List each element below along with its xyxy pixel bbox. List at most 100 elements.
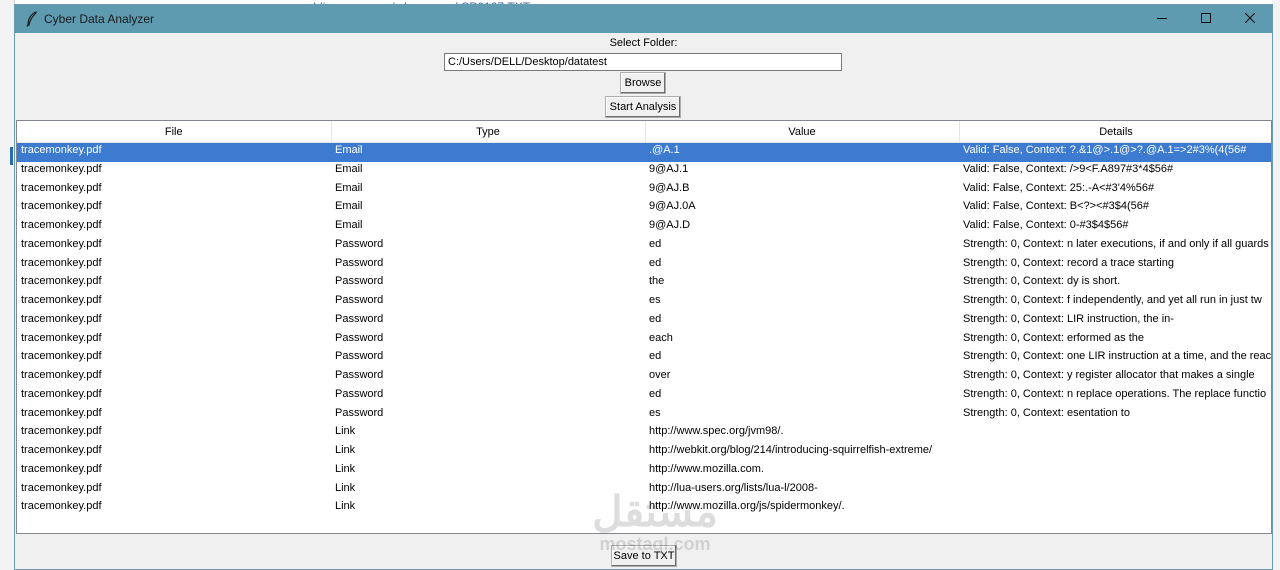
cell-value: 9@AJ.D (649, 219, 691, 231)
column-header-type[interactable]: Type (331, 121, 646, 143)
table-row[interactable]: tracemonkey.pdf Email .@A.1 Valid: False, C… (17, 142, 1271, 162)
folder-path-input[interactable] (444, 53, 842, 71)
cell-value: ed (649, 237, 662, 250)
cell-details (959, 499, 1271, 518)
cell-details (959, 443, 1271, 462)
cell-file: tracemonkey.pdf (21, 162, 102, 175)
cell-type: Link (335, 500, 356, 513)
backdrop-left-pane (0, 0, 15, 570)
cell-type: Password (335, 350, 384, 363)
table-row[interactable]: tracemonkey.pdf Link http://webkit.org/blo… (17, 443, 1271, 462)
cell-type: Password (335, 275, 384, 288)
cell-type: Password (335, 387, 384, 400)
cell-details: Strength: 0, Context: f independently, a… (963, 294, 1262, 306)
save-to-txt-button[interactable]: Save to TXT (611, 545, 677, 567)
browse-button[interactable]: Browse (620, 72, 666, 94)
table-row[interactable]: tracemonkey.pdf Password ed Strength: 0, Co… (17, 312, 1271, 331)
cell-value: ed (649, 312, 662, 325)
table-row[interactable]: tracemonkey.pdf Password ed Strength: 0, Co… (17, 387, 1271, 406)
cell-type: Link (335, 444, 356, 456)
cell-file: tracemonkey.pdf (21, 387, 102, 400)
cell-value: http://www.mozilla.org/js/spidermonkey/. (649, 500, 845, 513)
results-table[interactable]: File Type Value Details tracemonkey.pdf E… (16, 120, 1272, 534)
cell-file: tracemonkey.pdf (21, 406, 102, 419)
table-row[interactable]: tracemonkey.pdf Password ed Strength: 0, Co… (17, 256, 1271, 275)
cell-value: es (649, 406, 661, 419)
cell-details: Valid: False, Context: 0-#3$4$56# (963, 219, 1129, 231)
minimize-icon (1157, 10, 1167, 28)
start-analysis-button[interactable]: Start Analysis (605, 96, 681, 118)
cell-file: tracemonkey.pdf (21, 181, 102, 194)
cell-value: the (649, 275, 665, 288)
cell-value: .@A.1 (645, 142, 959, 162)
table-row[interactable]: tracemonkey.pdf Password es Strength: 0, Co… (17, 406, 1271, 425)
table-row[interactable]: tracemonkey.pdf Password ed Strength: 0, Co… (17, 237, 1271, 256)
maximize-icon (1201, 10, 1211, 28)
table-row[interactable]: tracemonkey.pdf Link http://lua-users.org/… (17, 481, 1271, 500)
table-row[interactable]: tracemonkey.pdf Email 9@AJ.1 Valid: False, … (17, 162, 1271, 181)
cell-type: Password (335, 312, 384, 325)
cell-type: Password (335, 406, 384, 419)
backdrop-right-pane (1272, 0, 1280, 570)
cell-type: Password (335, 294, 384, 306)
table-body: tracemonkey.pdf Email .@A.1 Valid: False, C… (17, 142, 1271, 519)
table-row[interactable]: tracemonkey.pdf Password es Strength: 0, Co… (17, 293, 1271, 312)
app-window: Cyber Data Analyzer Select Folder: Brows… (14, 4, 1273, 570)
cell-details: Valid: False, Context: 25:.-A<#3'4%56# (963, 181, 1155, 194)
cell-file: tracemonkey.pdf (21, 350, 102, 363)
cell-value: 9@AJ.1 (649, 162, 689, 175)
cell-file: tracemonkey.pdf (21, 462, 102, 475)
cell-type: Email (335, 219, 363, 231)
select-folder-label: Select Folder: (609, 37, 678, 49)
cell-value: ed (649, 387, 662, 400)
table-row[interactable]: tracemonkey.pdf Email 9@AJ.0A Valid: False,… (17, 199, 1271, 218)
close-icon (1244, 10, 1256, 28)
cell-file: tracemonkey.pdf (21, 200, 102, 213)
table-row[interactable]: tracemonkey.pdf Password ed Strength: 0, Co… (17, 349, 1271, 368)
maximize-button[interactable] (1184, 5, 1228, 33)
cell-file: tracemonkey.pdf (21, 219, 102, 231)
cell-file: tracemonkey.pdf (21, 312, 102, 325)
table-row[interactable]: tracemonkey.pdf Email 9@AJ.B Valid: False, … (17, 181, 1271, 200)
table-row[interactable]: tracemonkey.pdf Password the Strength: 0, C… (17, 274, 1271, 293)
column-header-value[interactable]: Value (645, 121, 960, 143)
cell-file: tracemonkey.pdf (21, 425, 102, 438)
cell-value: http://www.spec.org/jvm98/. (649, 425, 784, 438)
table-row[interactable]: tracemonkey.pdf Password each Strength: 0, … (17, 331, 1271, 350)
cell-details: Strength: 0, Context: n replace operatio… (963, 387, 1267, 400)
cell-details: Valid: False, Context: ?.&1@>.1@>?.@A.1=… (959, 142, 1271, 162)
table-row[interactable]: tracemonkey.pdf Password over Strength: 0, … (17, 368, 1271, 387)
cell-value: http://lua-users.org/lists/lua-l/2008- (649, 481, 818, 494)
column-header-file[interactable]: File (17, 121, 332, 143)
title-bar[interactable]: Cyber Data Analyzer (15, 5, 1272, 33)
cell-type: Password (335, 331, 384, 344)
cell-file: tracemonkey.pdf (17, 142, 331, 162)
cell-value: 9@AJ.0A (649, 200, 696, 213)
cell-details: Strength: 0, Context: record a trace sta… (963, 256, 1174, 269)
column-header-details[interactable]: Details (959, 121, 1271, 143)
cell-file: tracemonkey.pdf (21, 237, 102, 250)
table-row[interactable]: tracemonkey.pdf Link http://www.mozilla.or… (17, 499, 1271, 518)
cell-file: tracemonkey.pdf (21, 256, 102, 269)
cell-value: ed (649, 350, 662, 363)
cell-details: Strength: 0, Context: esentation to (963, 406, 1130, 419)
close-button[interactable] (1228, 5, 1272, 33)
window-title: Cyber Data Analyzer (44, 12, 155, 26)
backdrop-accent-bar (10, 147, 13, 165)
cell-file: tracemonkey.pdf (21, 444, 102, 456)
cell-details: Strength: 0, Context: LIR instruction, t… (963, 312, 1174, 325)
cell-type: Email (335, 200, 363, 213)
minimize-button[interactable] (1140, 5, 1184, 33)
table-header-row: File Type Value Details (17, 121, 1271, 143)
table-row[interactable]: tracemonkey.pdf Link http://www.mozilla.co… (17, 462, 1271, 481)
cell-type: Password (335, 369, 384, 381)
cell-file: tracemonkey.pdf (21, 275, 102, 288)
cell-value: over (649, 369, 671, 381)
cell-details: Strength: 0, Context: y register allocat… (963, 369, 1255, 381)
table-row[interactable]: tracemonkey.pdf Email 9@AJ.D Valid: False, … (17, 218, 1271, 237)
cell-type: Link (335, 481, 356, 494)
table-row[interactable]: tracemonkey.pdf Link http://www.spec.org/j… (17, 424, 1271, 443)
cell-value: 9@AJ.B (649, 181, 690, 194)
cell-type: Link (335, 425, 356, 438)
cell-value: es (649, 294, 661, 306)
